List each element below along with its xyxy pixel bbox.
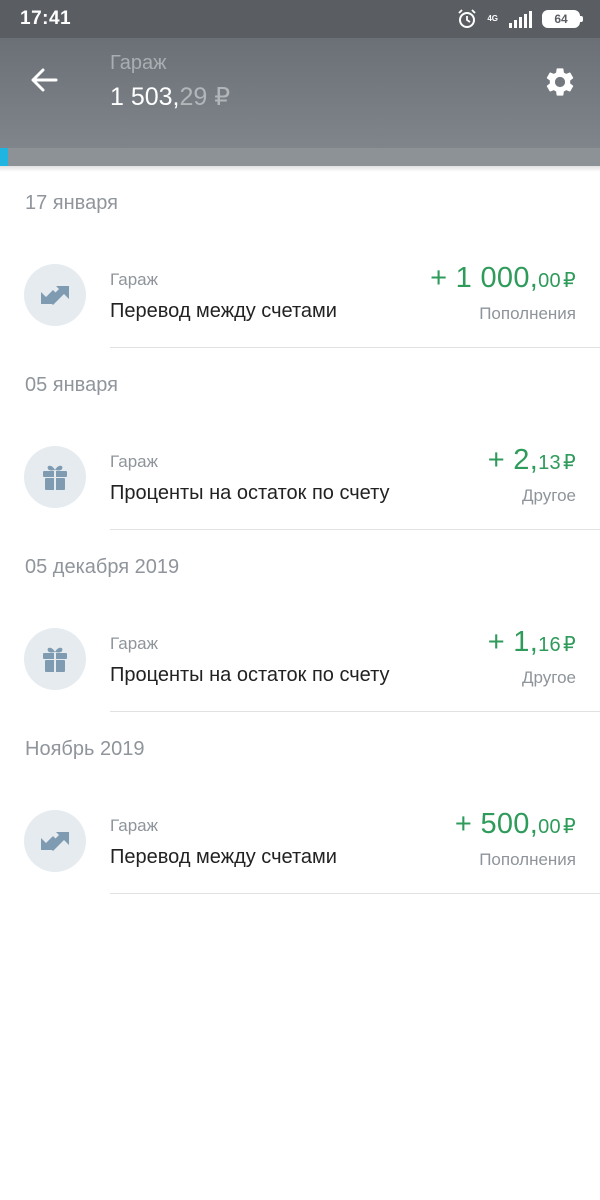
amount-main: + 500, xyxy=(454,808,539,840)
amount-cents: 00 xyxy=(538,816,561,838)
row-divider xyxy=(110,893,600,894)
amount-main: + 1 000, xyxy=(430,262,539,294)
transaction-amount: + 500,00 ₽ xyxy=(455,808,576,841)
transaction-category: Пополнения xyxy=(479,850,576,869)
amount-cents: 00 xyxy=(538,270,561,292)
transaction-title: Проценты на остаток по счету xyxy=(110,482,390,504)
transfer-icon xyxy=(24,264,86,326)
transaction-account: Гараж xyxy=(110,270,158,289)
amount-currency: ₽ xyxy=(562,270,576,292)
date-header: 05 января xyxy=(25,373,118,396)
gear-icon xyxy=(546,68,574,96)
amount-currency: ₽ xyxy=(562,816,576,838)
transaction-list: 17 января Гараж Перевод между счетами + 1 0… xyxy=(0,166,600,894)
signal-icon xyxy=(509,11,532,28)
row-divider xyxy=(110,347,600,348)
transaction-amount: + 1 000,00 ₽ xyxy=(430,262,576,295)
date-header: Ноябрь 2019 xyxy=(25,737,145,760)
app-bar: Гараж 1 503,29 ₽ xyxy=(0,38,600,148)
account-balance: 1 503,29 ₽ xyxy=(110,82,230,112)
balance-progress-bar xyxy=(0,148,600,166)
arrow-back-icon xyxy=(31,68,58,92)
battery-indicator: 64 xyxy=(542,10,583,28)
balance-cents: 29 ₽ xyxy=(179,83,231,111)
gift-icon xyxy=(24,628,86,690)
transaction-amount: + 2,13 ₽ xyxy=(488,444,576,477)
status-bar: 17:41 4G 64 xyxy=(0,0,600,38)
transaction-category: Другое xyxy=(521,668,576,687)
balance-main: 1 503, xyxy=(110,83,180,111)
transfer-icon xyxy=(24,810,86,872)
transaction-account: Гараж xyxy=(110,452,158,471)
transaction-account: Гараж xyxy=(110,816,158,835)
transaction-category: Пополнения xyxy=(479,304,576,323)
transaction-category: Другое xyxy=(521,486,576,505)
transaction-title: Перевод между счетами xyxy=(110,300,337,322)
transaction-row[interactable]: Гараж Перевод между счетами + 1 000,00 ₽ Поп… xyxy=(0,240,600,348)
row-divider xyxy=(110,529,600,530)
amount-currency: ₽ xyxy=(562,634,576,656)
settings-button[interactable] xyxy=(538,60,582,104)
transaction-row[interactable]: Гараж Перевод между счетами + 500,00 ₽ Попол… xyxy=(0,786,600,894)
account-name: Гараж xyxy=(110,52,167,74)
transaction-title: Проценты на остаток по счету xyxy=(110,664,390,686)
gift-icon xyxy=(24,446,86,508)
transaction-row[interactable]: Гараж Проценты на остаток по счету + 2,13 ₽… xyxy=(0,422,600,530)
amount-main: + 1, xyxy=(487,626,539,658)
back-button[interactable] xyxy=(24,60,64,100)
transaction-row[interactable]: Гараж Проценты на остаток по счету + 1,16 ₽… xyxy=(0,604,600,712)
status-icons: 4G 64 xyxy=(457,9,583,29)
status-time: 17:41 xyxy=(20,8,72,29)
alarm-icon xyxy=(458,9,476,28)
transaction-amount: + 1,16 ₽ xyxy=(488,626,576,659)
date-header: 05 декабря 2019 xyxy=(25,555,180,578)
row-divider xyxy=(110,711,600,712)
amount-cents: 16 xyxy=(538,634,561,656)
network-type: 4G xyxy=(487,14,498,23)
date-header: 17 января xyxy=(25,191,118,214)
progress-fill xyxy=(0,148,8,166)
transaction-account: Гараж xyxy=(110,634,158,653)
transaction-title: Перевод между счетами xyxy=(110,846,337,868)
amount-main: + 2, xyxy=(487,444,539,476)
amount-cents: 13 xyxy=(538,452,561,474)
amount-currency: ₽ xyxy=(562,452,576,474)
